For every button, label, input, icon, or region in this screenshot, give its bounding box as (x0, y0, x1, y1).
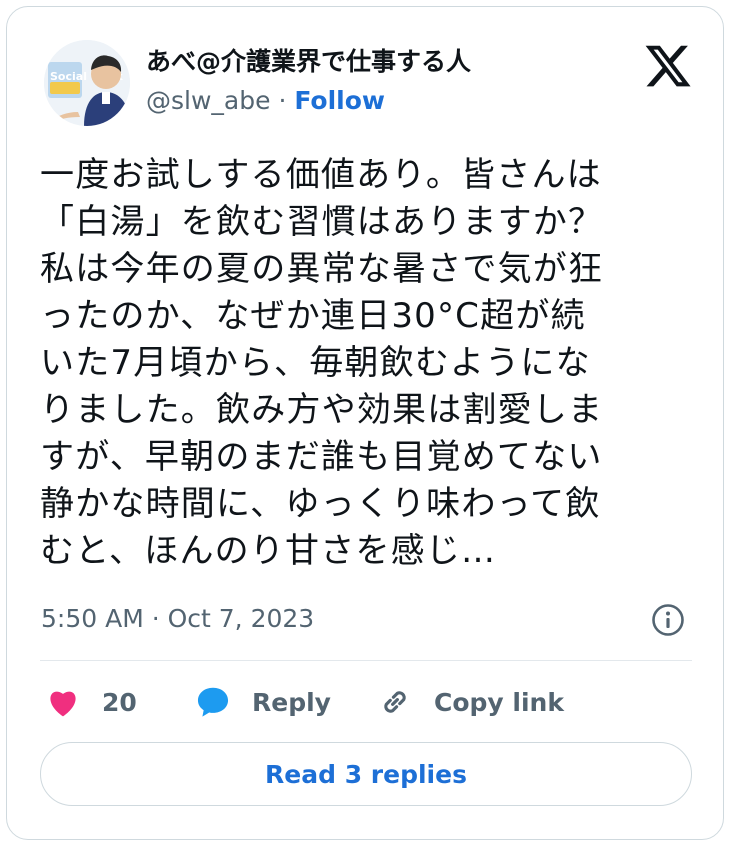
reply-label: Reply (252, 687, 331, 717)
author-handle-row: @slw_abe · Follow (146, 86, 385, 115)
read-replies-button[interactable]: Read 3 replies (40, 742, 692, 806)
avatar-image: Social Work (44, 40, 130, 126)
copy-link-label: Copy link (434, 687, 564, 717)
info-icon[interactable] (651, 603, 685, 637)
reply-bubble-icon (197, 687, 229, 717)
x-logo-icon[interactable] (643, 41, 693, 91)
tweet-text: 一度お試しする価値あり。皆さんは 「白湯」を飲む習慣はありますか？ 私は今年の夏… (40, 155, 604, 571)
follow-button[interactable]: Follow (294, 86, 385, 115)
heart-icon (50, 691, 76, 717)
link-icon (384, 691, 406, 713)
avatar[interactable]: Social Work (44, 40, 130, 126)
copy-link-button[interactable]: Copy link (376, 682, 564, 722)
handle-separator: · (278, 86, 287, 115)
reply-button[interactable]: Reply (194, 682, 331, 722)
like-count: 20 (102, 687, 137, 717)
like-button[interactable]: 20 (44, 682, 137, 722)
author-handle[interactable]: @slw_abe (146, 86, 271, 115)
divider (40, 660, 692, 661)
tweet-timestamp[interactable]: 5:50 AM · Oct 7, 2023 (41, 604, 314, 633)
author-name[interactable]: あべ@介護業界で仕事する人 (146, 42, 471, 78)
